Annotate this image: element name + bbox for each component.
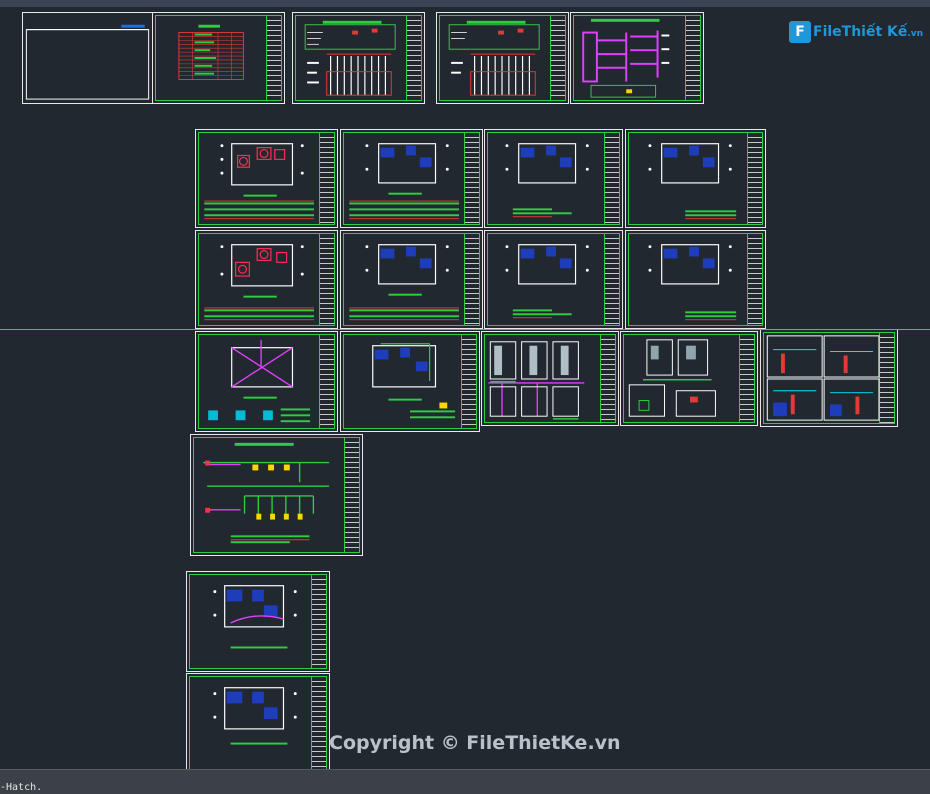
sheet-detail-sections[interactable] <box>760 329 898 427</box>
command-line[interactable]: -Hatch. <box>0 769 930 794</box>
floor-plan-6-drawing <box>349 244 460 321</box>
sheet-detail-elevations-2[interactable] <box>620 331 758 426</box>
sheet-floor-plan-5[interactable] <box>195 230 338 329</box>
detail-elevations-2-drawing <box>628 339 716 417</box>
sheet-floor-plan-3[interactable] <box>484 129 623 228</box>
filethietke-logo: F FileThiết Kế.vn <box>789 17 923 47</box>
sheet-cover[interactable] <box>22 12 153 104</box>
sheet-floor-plan-10[interactable] <box>186 571 330 672</box>
sheet-riser-diagram[interactable] <box>190 434 363 556</box>
detail-sections-drawing <box>766 335 880 421</box>
elevation-2-drawing <box>448 20 540 96</box>
logo-mark-icon: F <box>789 21 811 43</box>
floor-plan-10-drawing <box>213 585 297 649</box>
command-history-text: -Hatch. <box>0 782 43 793</box>
floor-plan-1-drawing <box>204 143 315 220</box>
sheet-floor-plan-4[interactable] <box>625 129 766 228</box>
elevation-1-drawing <box>304 20 396 96</box>
floor-plan-5-drawing <box>204 244 315 321</box>
roof-plan-drawing <box>208 339 311 423</box>
sheet-schematic-magenta[interactable] <box>570 12 704 104</box>
floor-plan-7-drawing <box>505 244 589 319</box>
sheet-detail-elevations-1[interactable] <box>481 331 619 426</box>
sheet-floor-plan-2[interactable] <box>340 129 483 228</box>
crosshair-horizontal <box>0 329 930 330</box>
floor-plan-2-drawing <box>349 143 460 220</box>
legend-table-drawing <box>178 24 244 81</box>
floor-plan-11-drawing <box>213 687 297 745</box>
logo-tld: .vn <box>907 29 924 39</box>
logo-name: FileThiết Kế <box>813 24 908 40</box>
schematic-magenta-drawing <box>582 18 670 98</box>
sheet-floor-plan-9[interactable] <box>340 331 480 432</box>
sheet-floor-plan-8[interactable] <box>625 230 766 329</box>
copyright-watermark: Copyright © FileThietKe.vn <box>329 732 621 754</box>
floor-plan-3-drawing <box>505 143 589 218</box>
logo-text: FileThiết Kế.vn <box>813 24 923 40</box>
sheet-floor-plan-11[interactable] <box>186 673 330 769</box>
sheet-floor-plan-1[interactable] <box>195 129 338 228</box>
floor-plan-4-drawing <box>648 143 737 220</box>
sheet-legend-table[interactable] <box>152 12 285 104</box>
detail-elevations-1-drawing <box>488 341 585 420</box>
sheet-roof-plan[interactable] <box>195 331 338 432</box>
floor-plan-9-drawing <box>372 343 456 419</box>
drawing-canvas[interactable]: F FileThiết Kế.vn Copyright © FileThietK… <box>0 7 930 769</box>
cover-drawing <box>25 24 150 100</box>
sheet-floor-plan-7[interactable] <box>484 230 623 329</box>
floor-plan-8-drawing <box>648 244 737 321</box>
sheet-elevation-1[interactable] <box>292 12 425 104</box>
sheet-floor-plan-6[interactable] <box>340 230 483 329</box>
riser-diagram-drawing <box>203 442 330 544</box>
sheet-elevation-2[interactable] <box>436 12 569 104</box>
